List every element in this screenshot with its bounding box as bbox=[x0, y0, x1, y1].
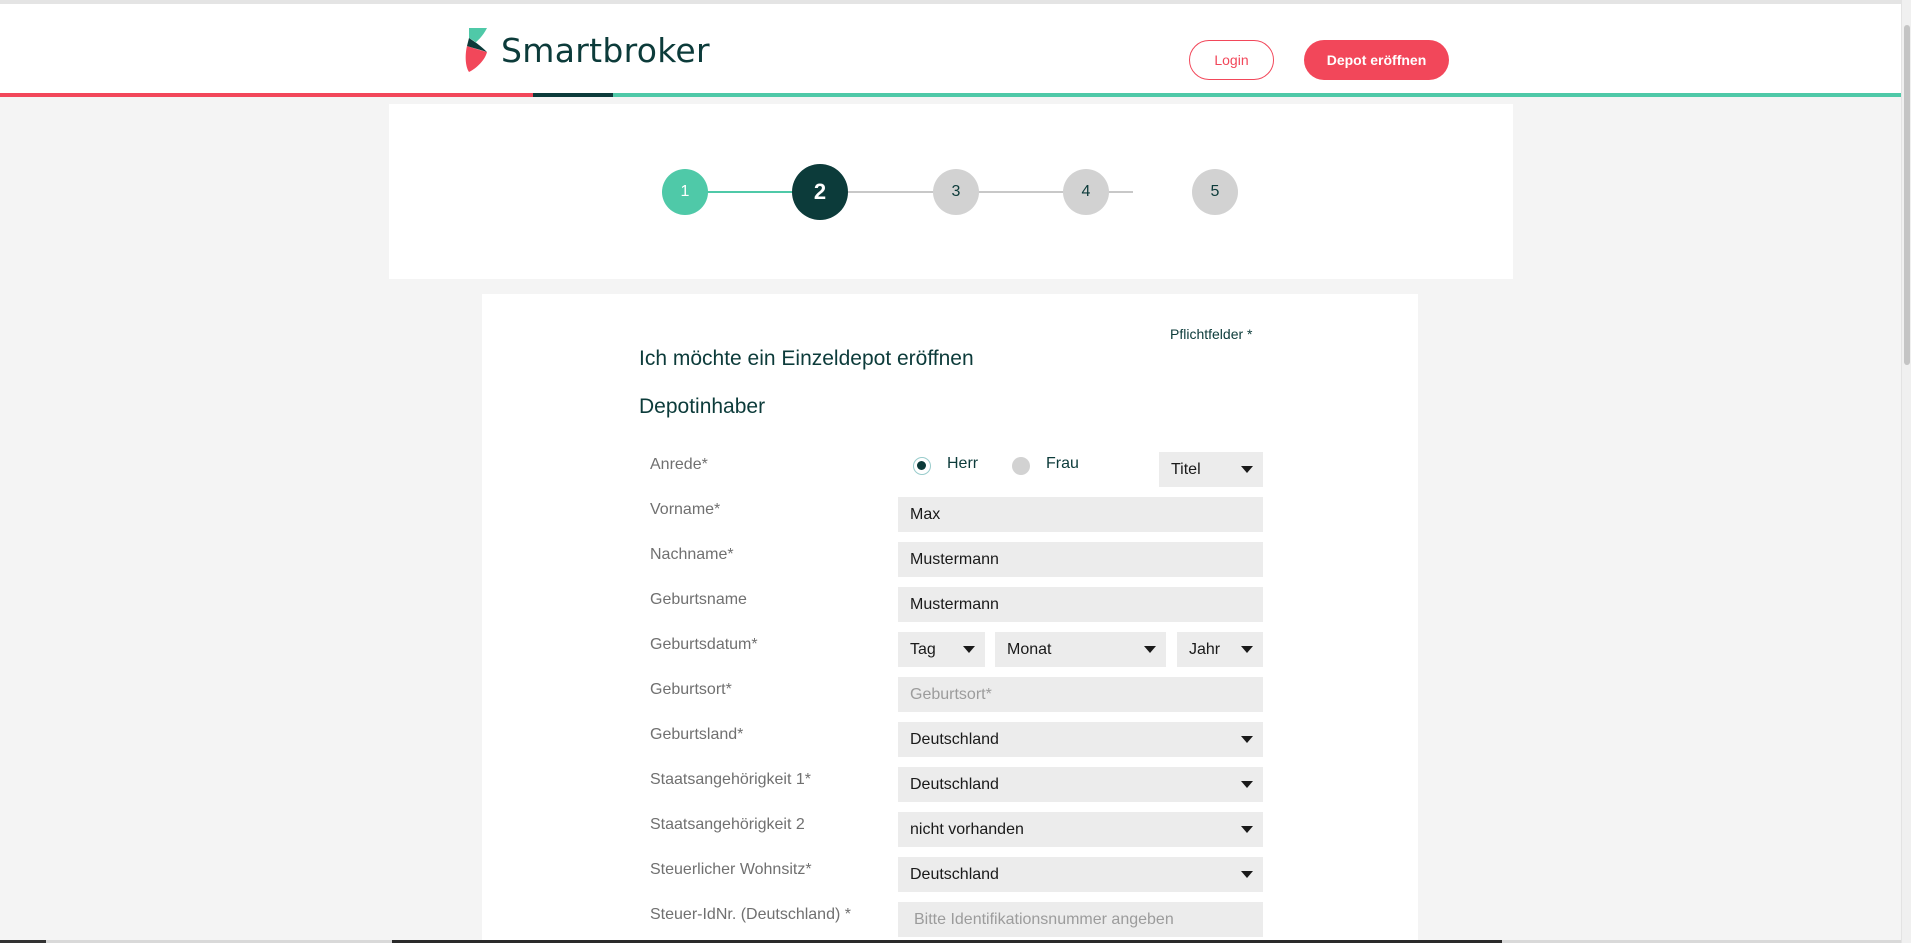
birth-name-label: Geburtsname bbox=[650, 591, 747, 608]
citizenship-2-value: nicht vorhanden bbox=[910, 820, 1024, 838]
progress-bar-marker bbox=[533, 93, 613, 97]
chevron-down-icon bbox=[963, 646, 975, 653]
citizenship-1-label: Staatsangehörigkeit 1* bbox=[650, 771, 811, 788]
radio-herr-label[interactable]: Herr bbox=[947, 455, 978, 473]
stepper-card: 1 2 3 4 5 bbox=[389, 104, 1513, 279]
chevron-down-icon bbox=[1241, 826, 1253, 833]
chevron-down-icon bbox=[1144, 646, 1156, 653]
tax-id-placeholder: Bitte Identifikationsnummer angeben bbox=[914, 910, 1174, 928]
chevron-down-icon bbox=[1241, 646, 1253, 653]
tax-residence-select[interactable]: Deutschland bbox=[898, 857, 1263, 892]
radio-herr[interactable] bbox=[913, 457, 931, 475]
citizenship-2-select[interactable]: nicht vorhanden bbox=[898, 812, 1263, 847]
first-name-label: Vorname* bbox=[650, 501, 721, 518]
birth-country-value: Deutschland bbox=[910, 730, 999, 748]
first-name-input[interactable]: Max bbox=[898, 497, 1263, 532]
last-name-input[interactable]: Mustermann bbox=[898, 542, 1263, 577]
birth-day-value: Tag bbox=[910, 640, 936, 658]
birth-place-input[interactable]: Geburtsort* bbox=[898, 677, 1263, 712]
open-depot-button[interactable]: Depot eröffnen bbox=[1304, 40, 1449, 80]
birth-month-select[interactable]: Monat bbox=[995, 632, 1166, 667]
form-heading: Ich möchte ein Einzeldepot eröffnen bbox=[639, 347, 974, 370]
birth-place-label: Geburtsort* bbox=[650, 681, 732, 698]
radio-frau[interactable] bbox=[1012, 457, 1030, 475]
birth-name-input[interactable]: Mustermann bbox=[898, 587, 1263, 622]
chevron-down-icon bbox=[1241, 781, 1253, 788]
chevron-down-icon bbox=[1241, 736, 1253, 743]
login-button[interactable]: Login bbox=[1189, 40, 1274, 80]
chevron-down-icon bbox=[1241, 871, 1253, 878]
birth-month-value: Monat bbox=[1007, 640, 1052, 658]
birth-date-label: Geburtsdatum* bbox=[650, 636, 758, 653]
step-5: 5 bbox=[1192, 169, 1238, 215]
radio-frau-label[interactable]: Frau bbox=[1046, 455, 1079, 473]
last-name-value: Mustermann bbox=[910, 550, 999, 568]
smartbroker-logo[interactable]: Smartbroker bbox=[463, 28, 710, 72]
birth-name-value: Mustermann bbox=[910, 595, 999, 613]
birth-year-select[interactable]: Jahr bbox=[1177, 632, 1263, 667]
step-1[interactable]: 1 bbox=[662, 169, 708, 215]
step-3: 3 bbox=[933, 169, 979, 215]
birth-country-label: Geburtsland* bbox=[650, 726, 744, 743]
tax-residence-label: Steuerlicher Wohnsitz* bbox=[650, 861, 812, 878]
step-2: 2 bbox=[792, 164, 848, 220]
salutation-label: Anrede* bbox=[650, 456, 708, 473]
title-select[interactable]: Titel bbox=[1159, 452, 1263, 487]
tax-id-label: Steuer-IdNr. (Deutschland) * bbox=[650, 906, 851, 923]
last-name-label: Nachname* bbox=[650, 546, 734, 563]
birth-day-select[interactable]: Tag bbox=[898, 632, 985, 667]
citizenship-1-value: Deutschland bbox=[910, 775, 999, 793]
birth-year-value: Jahr bbox=[1189, 640, 1221, 658]
birth-place-placeholder: Geburtsort* bbox=[910, 685, 992, 703]
scrollbar-thumb[interactable] bbox=[1904, 25, 1910, 365]
first-name-value: Max bbox=[910, 505, 941, 523]
tax-residence-value: Deutschland bbox=[910, 865, 999, 883]
page-scrollbar[interactable] bbox=[1901, 0, 1911, 943]
progress-bar-teal bbox=[613, 93, 1901, 97]
citizenship-2-label: Staatsangehörigkeit 2 bbox=[650, 816, 805, 833]
smartbroker-logo-icon bbox=[463, 28, 493, 72]
birth-country-select[interactable]: Deutschland bbox=[898, 722, 1263, 757]
chevron-down-icon bbox=[1241, 466, 1253, 473]
required-fields-note: Pflichtfelder * bbox=[1170, 326, 1253, 342]
title-select-value: Titel bbox=[1171, 460, 1201, 478]
tax-id-input[interactable]: Bitte Identifikationsnummer angeben bbox=[898, 902, 1263, 937]
section-heading-depot-holder: Depotinhaber bbox=[639, 395, 766, 418]
site-header: Smartbroker Login Depot eröffnen bbox=[0, 4, 1901, 94]
step-4: 4 bbox=[1063, 169, 1109, 215]
logo-wordmark: Smartbroker bbox=[501, 30, 710, 70]
progress-bar-red bbox=[0, 93, 533, 97]
citizenship-1-select[interactable]: Deutschland bbox=[898, 767, 1263, 802]
